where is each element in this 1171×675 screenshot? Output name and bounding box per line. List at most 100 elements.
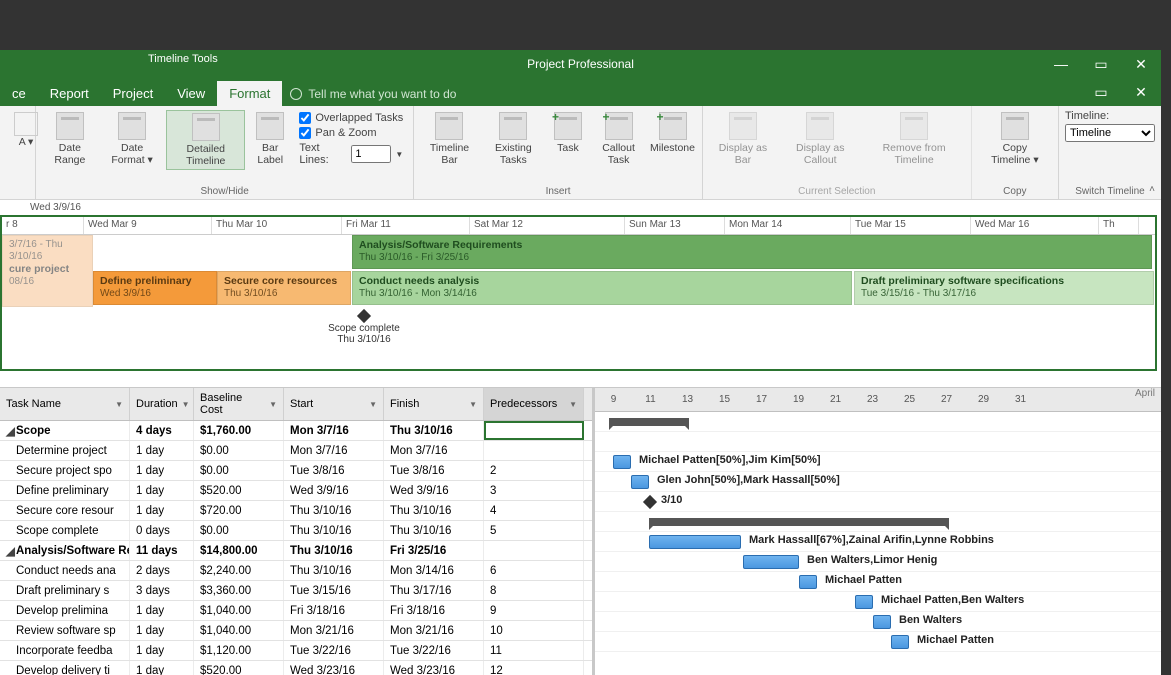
- timeline-bar[interactable]: Analysis/Software RequirementsThu 3/10/1…: [352, 235, 1152, 269]
- gantt-scale-tick: 13: [669, 394, 706, 405]
- insert-task-button[interactable]: Task: [548, 110, 588, 156]
- titlebar: Timeline Tools Project Professional — ▭ …: [0, 50, 1161, 78]
- timeline-bar[interactable]: Draft preliminary software specification…: [854, 271, 1154, 305]
- col-predecessors[interactable]: Predecessors▼: [484, 388, 584, 420]
- timeline-bar-button[interactable]: Timeline Bar: [420, 110, 478, 168]
- doc-restore-button[interactable]: ▭: [1081, 78, 1121, 106]
- gantt-summary-bar[interactable]: [649, 518, 949, 526]
- tell-me-search[interactable]: Tell me what you want to do: [282, 82, 464, 106]
- gantt-task-bar[interactable]: [743, 555, 799, 569]
- tab-project[interactable]: Project: [101, 81, 165, 106]
- gantt-row: [595, 412, 1161, 432]
- tab-resource[interactable]: ce: [0, 81, 38, 106]
- timeline-truncated-overlay: 3/7/16 - Thu 3/10/16cure project08/16: [2, 235, 93, 307]
- gantt-row: [595, 512, 1161, 532]
- timeline-milestone[interactable]: Scope completeThu 3/10/16: [304, 311, 424, 345]
- timeline-scale-tick: Wed Mar 9: [84, 217, 212, 234]
- gantt-scale-tick: 19: [780, 394, 817, 405]
- gantt-task-bar[interactable]: [855, 595, 873, 609]
- gantt-row: 3/10: [595, 492, 1161, 512]
- timeline-panel[interactable]: r 8Wed Mar 9Thu Mar 10Fri Mar 11Sat Mar …: [0, 215, 1157, 371]
- existing-tasks-button[interactable]: Existing Tasks: [481, 110, 546, 168]
- gantt-chart[interactable]: April 91113151719212325272931 Michael Pa…: [595, 388, 1161, 675]
- gantt-scale-tick: 25: [891, 394, 928, 405]
- timeline-scale-tick: Fri Mar 11: [342, 217, 470, 234]
- gantt-row: [595, 432, 1161, 452]
- task-row[interactable]: Determine project1 day$0.00Mon 3/7/16Mon…: [0, 441, 592, 461]
- tab-view[interactable]: View: [165, 81, 217, 106]
- overlapped-tasks-checkbox[interactable]: Overlapped Tasks: [299, 112, 403, 124]
- tab-format[interactable]: Format: [217, 81, 282, 106]
- task-view: Task Name▼ Duration▼ Baseline Cost▼ Star…: [0, 387, 1161, 675]
- ribbon-group-copy: Copy Timeline ▾ Copy: [972, 106, 1059, 199]
- text-lines-label: Text Lines:: [299, 142, 347, 166]
- task-row[interactable]: Incorporate feedba1 day$1,120.00Tue 3/22…: [0, 641, 592, 661]
- gantt-resource-label: Michael Patten: [825, 574, 902, 586]
- summary-task-row[interactable]: ◢Scope4 days$1,760.00Mon 3/7/16Thu 3/10/…: [0, 421, 592, 441]
- gantt-task-bar[interactable]: [649, 535, 741, 549]
- gantt-resource-label: Michael Patten,Ben Walters: [881, 594, 1024, 606]
- milestone-button[interactable]: Milestone: [649, 110, 696, 156]
- tell-me-placeholder: Tell me what you want to do: [308, 87, 456, 101]
- text-lines-input[interactable]: [351, 145, 391, 163]
- gantt-row: Ben Walters: [595, 612, 1161, 632]
- ribbon-group-switch-timeline: Timeline: Timeline Switch Timeline: [1059, 106, 1161, 199]
- gantt-task-bar[interactable]: [631, 475, 649, 489]
- task-row[interactable]: Define preliminary1 day$520.00Wed 3/9/16…: [0, 481, 592, 501]
- timeline-bar[interactable]: Define preliminaryWed 3/9/16: [93, 271, 217, 305]
- maximize-button[interactable]: ▭: [1081, 50, 1121, 78]
- task-row[interactable]: Scope complete0 days$0.00Thu 3/10/16Thu …: [0, 521, 592, 541]
- col-finish[interactable]: Finish▼: [384, 388, 484, 420]
- ribbon-group-current-selection: Display as Bar Display as Callout Remove…: [703, 106, 972, 199]
- switch-timeline-select[interactable]: Timeline: [1065, 124, 1155, 142]
- gantt-resource-label: Glen John[50%],Mark Hassall[50%]: [657, 474, 840, 486]
- gantt-task-bar[interactable]: [613, 455, 631, 469]
- chevron-down-icon[interactable]: ▼: [395, 150, 403, 159]
- ribbon-group-show-hide: Date Range Date Format ▾ Detailed Timeli…: [36, 106, 414, 199]
- task-grid[interactable]: Task Name▼ Duration▼ Baseline Cost▼ Star…: [0, 388, 595, 675]
- task-row[interactable]: Review software sp1 day$1,040.00Mon 3/21…: [0, 621, 592, 641]
- copy-timeline-button[interactable]: Copy Timeline ▾: [978, 110, 1052, 168]
- pan-zoom-checkbox[interactable]: Pan & Zoom: [299, 127, 403, 139]
- gantt-summary-bar[interactable]: [609, 418, 689, 426]
- minimize-button[interactable]: —: [1041, 50, 1081, 78]
- gantt-scale-tick: 27: [928, 394, 965, 405]
- lightbulb-icon: [290, 88, 302, 100]
- col-duration[interactable]: Duration▼: [130, 388, 194, 420]
- tab-report[interactable]: Report: [38, 81, 101, 106]
- summary-task-row[interactable]: ◢Analysis/Software Re11 days$14,800.00Th…: [0, 541, 592, 561]
- task-row[interactable]: Develop prelimina1 day$1,040.00Fri 3/18/…: [0, 601, 592, 621]
- gantt-task-bar[interactable]: [873, 615, 891, 629]
- close-button[interactable]: ✕: [1121, 50, 1161, 78]
- gantt-scale-tick: 29: [965, 394, 1002, 405]
- doc-close-button[interactable]: ✕: [1121, 78, 1161, 106]
- gantt-row: Michael Patten[50%],Jim Kim[50%]: [595, 452, 1161, 472]
- task-row[interactable]: Secure core resour1 day$720.00Thu 3/10/1…: [0, 501, 592, 521]
- timeline-bar[interactable]: Conduct needs analysisThu 3/10/16 - Mon …: [352, 271, 852, 305]
- ribbon-tabs: ce Report Project View Format Tell me wh…: [0, 78, 1161, 106]
- col-start[interactable]: Start▼: [284, 388, 384, 420]
- gantt-task-bar[interactable]: [891, 635, 909, 649]
- callout-task-button[interactable]: Callout Task: [590, 110, 647, 168]
- col-baseline-cost[interactable]: Baseline Cost▼: [194, 388, 284, 420]
- col-task-name[interactable]: Task Name▼: [0, 388, 130, 420]
- collapse-ribbon-button[interactable]: ˄: [1149, 184, 1155, 195]
- ribbon-group-font: A ▾: [0, 106, 36, 199]
- date-format-button[interactable]: Date Format ▾: [100, 110, 165, 168]
- task-row[interactable]: Secure project spo1 day$0.00Tue 3/8/16Tu…: [0, 461, 592, 481]
- gantt-scale-tick: 11: [632, 394, 669, 405]
- ribbon: A ▾ Date Range Date Format ▾ Detailed Ti…: [0, 106, 1161, 200]
- detailed-timeline-button[interactable]: Detailed Timeline: [166, 110, 245, 170]
- document-window-controls: ▭ ✕: [1081, 78, 1161, 106]
- date-range-button[interactable]: Date Range: [42, 110, 98, 168]
- gantt-task-bar[interactable]: [799, 575, 817, 589]
- gantt-scale-tick: 17: [743, 394, 780, 405]
- gantt-scale-tick: 15: [706, 394, 743, 405]
- task-row[interactable]: Conduct needs ana2 days$2,240.00Thu 3/10…: [0, 561, 592, 581]
- gantt-resource-label: Ben Walters: [899, 614, 962, 626]
- task-row[interactable]: Draft preliminary s3 days$3,360.00Tue 3/…: [0, 581, 592, 601]
- timeline-bar[interactable]: Secure core resourcesThu 3/10/16: [217, 271, 351, 305]
- bar-label-button[interactable]: Bar Label: [247, 110, 293, 168]
- task-row[interactable]: Develop delivery ti1 day$520.00Wed 3/23/…: [0, 661, 592, 675]
- gantt-milestone[interactable]: [643, 495, 657, 509]
